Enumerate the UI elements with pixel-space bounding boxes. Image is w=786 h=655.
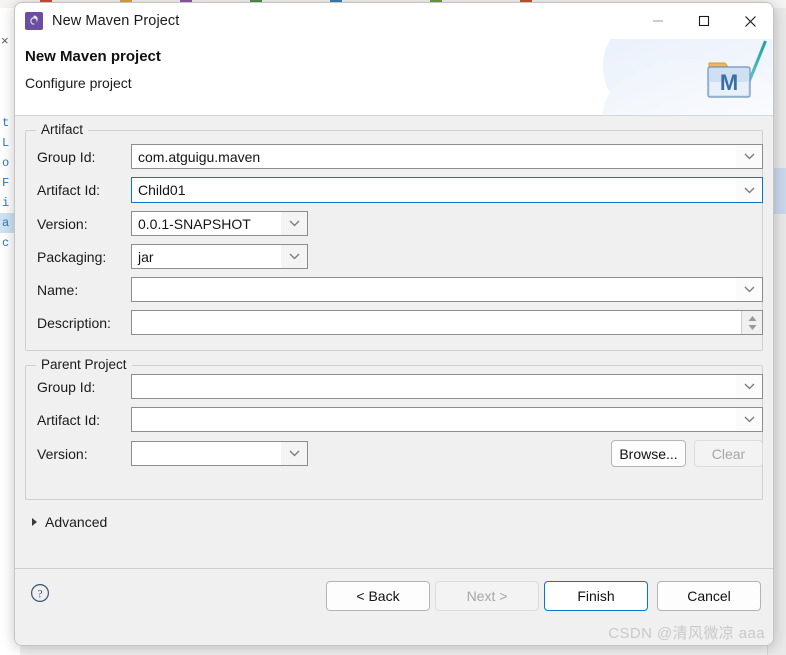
maven-wizard-icon — [25, 12, 43, 30]
chevron-down-icon[interactable] — [281, 212, 307, 235]
artifact-group-legend: Artifact — [36, 122, 89, 137]
artifact-artifact-id-value: Child01 — [138, 182, 186, 198]
artifact-version-value: 0.0.1-SNAPSHOT — [138, 215, 251, 232]
wizard-banner: New Maven project Configure project M — [15, 39, 773, 116]
parent-clear-button[interactable]: Clear — [694, 440, 763, 467]
page-subtitle: Configure project — [25, 75, 132, 91]
parent-version-select[interactable] — [131, 441, 308, 466]
maximize-icon[interactable] — [681, 3, 727, 39]
artifact-version-select[interactable]: 0.0.1-SNAPSHOT — [131, 211, 308, 236]
page-title: New Maven project — [25, 48, 161, 65]
artifact-group-id-label: Group Id: — [37, 149, 96, 165]
artifact-packaging-value: jar — [138, 248, 154, 265]
advanced-expander-label: Advanced — [45, 514, 108, 530]
spinner-up-icon — [748, 315, 756, 321]
cancel-button[interactable]: Cancel — [657, 581, 761, 611]
artifact-packaging-label: Packaging: — [37, 249, 107, 265]
window-controls — [635, 3, 773, 39]
artifact-name-input[interactable] — [131, 277, 763, 302]
artifact-description-input[interactable] — [131, 310, 763, 335]
close-icon[interactable] — [727, 3, 773, 39]
svg-text:M: M — [720, 70, 738, 95]
description-spinner[interactable] — [741, 311, 762, 334]
parent-group-id-input[interactable] — [131, 374, 763, 399]
parent-project-group-legend: Parent Project — [36, 357, 132, 372]
chevron-right-icon — [32, 518, 37, 526]
back-button[interactable]: < Back — [326, 581, 430, 611]
artifact-description-label: Description: — [37, 315, 111, 331]
parent-group-id-label: Group Id: — [37, 379, 96, 395]
chevron-down-icon[interactable] — [281, 245, 307, 268]
artifact-version-label: Version: — [37, 216, 88, 232]
background-close-marker: × — [1, 33, 9, 48]
help-circle-icon[interactable]: ? — [30, 583, 50, 603]
chevron-down-icon[interactable] — [281, 442, 307, 465]
parent-version-label: Version: — [37, 446, 88, 462]
parent-artifact-id-input[interactable] — [131, 407, 763, 432]
dialog-titlebar[interactable]: New Maven Project — [15, 3, 773, 39]
chevron-down-icon[interactable] — [736, 375, 762, 398]
spinner-down-icon — [748, 324, 756, 330]
chevron-down-icon[interactable] — [736, 178, 762, 202]
artifact-group-id-value: com.atguigu.maven — [138, 148, 261, 165]
maven-folder-m-icon: M — [703, 51, 755, 103]
chevron-down-icon[interactable] — [736, 145, 762, 168]
artifact-group-id-input[interactable]: com.atguigu.maven — [131, 144, 763, 169]
finish-button[interactable]: Finish — [544, 581, 648, 611]
artifact-artifact-id-label: Artifact Id: — [37, 182, 101, 198]
parent-browse-button[interactable]: Browse... — [611, 440, 686, 467]
chevron-down-icon[interactable] — [736, 278, 762, 301]
next-button[interactable]: Next > — [435, 581, 539, 611]
advanced-expander[interactable]: Advanced — [31, 514, 107, 530]
csdn-watermark: CSDN @清风微凉 aaa — [608, 625, 765, 642]
dialog-body: Artifact Group Id: com.atguigu.maven Art… — [15, 116, 773, 568]
artifact-artifact-id-input[interactable]: Child01 — [131, 177, 763, 203]
chevron-down-icon[interactable] — [736, 408, 762, 431]
artifact-packaging-select[interactable]: jar — [131, 244, 308, 269]
dialog-title: New Maven Project — [52, 13, 180, 29]
new-maven-project-dialog: New Maven Project New Maven project Conf… — [14, 2, 774, 646]
parent-artifact-id-label: Artifact Id: — [37, 412, 101, 428]
dialog-footer: ? < Back Next > Finish Cancel CSDN @清风微凉… — [15, 568, 773, 645]
svg-text:?: ? — [37, 588, 42, 600]
artifact-name-label: Name: — [37, 282, 79, 298]
minimize-icon[interactable] — [635, 3, 681, 39]
